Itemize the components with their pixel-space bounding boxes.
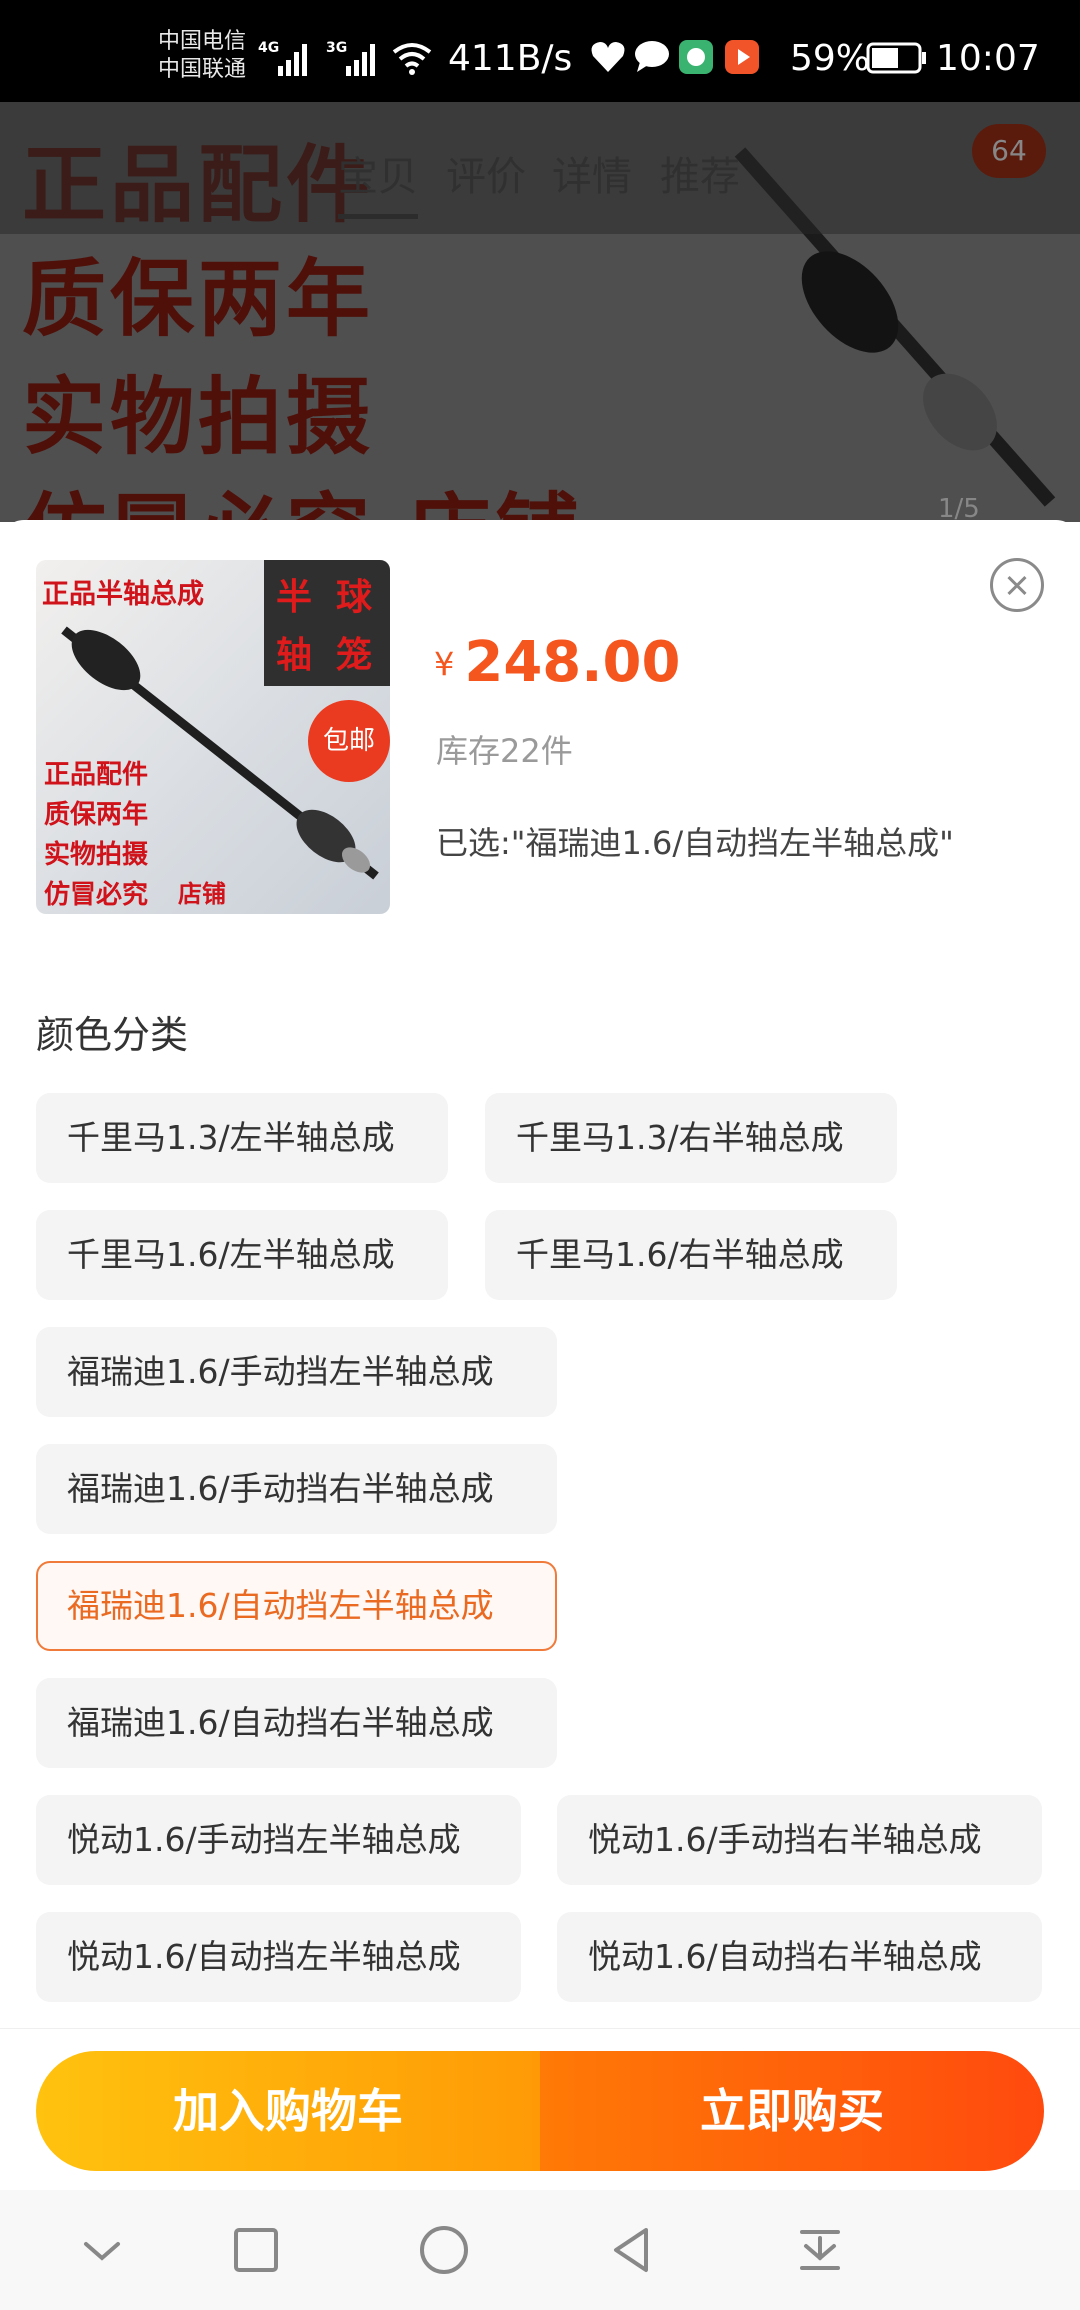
- carrier-1: 中国电信: [158, 29, 247, 54]
- color-category-title: 颜色分类: [36, 1013, 189, 1057]
- sku-option[interactable]: 福瑞迪1.6/手动挡左半轴总成: [36, 1327, 557, 1417]
- status-bar: 中国电信 中国联通 4G 3G 411B/s 59% 10:07: [0, 0, 1080, 102]
- signal-icon-2: [346, 44, 375, 76]
- thumb-cv-joint-box: 半 球 轴 笼: [264, 560, 390, 686]
- close-icon[interactable]: [990, 558, 1044, 612]
- battery-icon: [866, 42, 926, 74]
- sku-option[interactable]: 悦动1.6/手动挡右半轴总成: [557, 1795, 1042, 1885]
- download-icon[interactable]: [790, 2220, 850, 2280]
- sku-option[interactable]: 福瑞迪1.6/手动挡右半轴总成: [36, 1444, 557, 1534]
- signal-icon: [278, 44, 307, 76]
- thumb-line-1: 正品配件: [44, 760, 149, 790]
- thumb-line-3: 实物拍摄: [44, 840, 149, 870]
- thumb-box-char-1: 半: [276, 577, 313, 618]
- heart-rate-icon: [591, 42, 625, 72]
- product-thumbnail[interactable]: 正品半轴总成 半 球 轴 笼 包邮 正品配件 质保两年 实物拍摄 仿冒必究 店铺…: [36, 560, 390, 914]
- sku-option[interactable]: 千里马1.3/右半轴总成: [485, 1093, 897, 1183]
- thumb-line-4: 仿冒必究: [44, 880, 149, 910]
- price-value: 248.00: [464, 630, 681, 695]
- sku-option[interactable]: 福瑞迪1.6/自动挡右半轴总成: [36, 1678, 557, 1768]
- clock: 10:07: [936, 38, 1040, 79]
- triangle-back-icon[interactable]: [602, 2220, 662, 2280]
- selected-sku-text: 已选:"福瑞迪1.6/自动挡左半轴总成": [436, 824, 954, 862]
- free-shipping-seal: 包邮: [308, 700, 390, 782]
- chevron-down-icon[interactable]: [72, 2220, 132, 2280]
- carrier-names: 中国电信 中国联通: [158, 28, 246, 84]
- currency-symbol: ¥: [434, 645, 455, 683]
- app-icon-green: [679, 40, 713, 74]
- square-icon[interactable]: [226, 2220, 286, 2280]
- sku-option[interactable]: 千里马1.6/右半轴总成: [485, 1210, 897, 1300]
- add-to-cart-button[interactable]: 加入购物车: [36, 2051, 540, 2171]
- dim-overlay[interactable]: [0, 102, 1080, 522]
- price-row: ¥248.00: [434, 630, 680, 695]
- video-app-icon: [725, 40, 759, 74]
- sku-option-selected[interactable]: 福瑞迪1.6/自动挡左半轴总成: [36, 1561, 557, 1651]
- sku-option[interactable]: 悦动1.6/自动挡左半轴总成: [36, 1912, 521, 2002]
- thumb-line-2: 质保两年: [44, 800, 149, 830]
- battery-percent: 59%: [790, 38, 871, 79]
- wifi-icon: [392, 43, 432, 75]
- thumb-box-char-4: 笼: [336, 635, 373, 676]
- sku-option[interactable]: 千里马1.3/左半轴总成: [36, 1093, 448, 1183]
- bottom-action-bar: 加入购物车 立即购买: [0, 2028, 1080, 2188]
- message-icon: [635, 41, 669, 72]
- sku-option[interactable]: 悦动1.6/手动挡左半轴总成: [36, 1795, 521, 1885]
- buy-now-button[interactable]: 立即购买: [540, 2051, 1044, 2171]
- sku-option[interactable]: 千里马1.6/左半轴总成: [36, 1210, 448, 1300]
- thumb-title: 正品半轴总成: [42, 579, 204, 610]
- sku-option[interactable]: 悦动1.6/自动挡右半轴总成: [557, 1912, 1042, 2002]
- carrier-2: 中国联通: [158, 57, 247, 82]
- stock-count: 库存22件: [436, 732, 573, 770]
- background-product-page: 正品配件 质保两年 实物拍摄 仿冒必究 店铺号:31520538 宝贝 评价 详…: [0, 102, 1080, 522]
- system-nav-bar: [0, 2190, 1080, 2310]
- thumb-box-char-2: 球: [336, 577, 373, 618]
- network-speed: 411B/s: [448, 38, 573, 79]
- thumb-box-char-3: 轴: [276, 635, 313, 676]
- circle-icon[interactable]: [414, 2220, 474, 2280]
- thumb-shop-id: 店铺号:31520538: [178, 880, 226, 908]
